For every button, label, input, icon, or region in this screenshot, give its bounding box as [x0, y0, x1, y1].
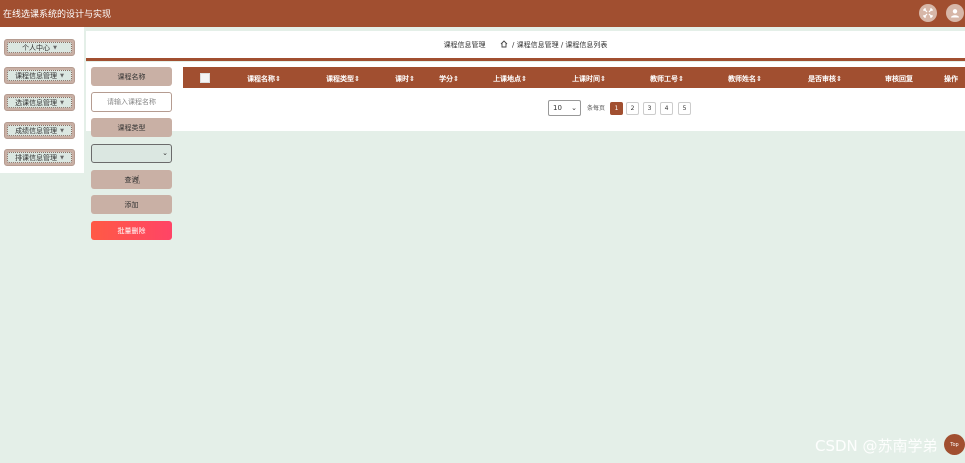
- column-header: 审核回复: [885, 75, 913, 83]
- page-size-select[interactable]: 10 ⌄: [548, 100, 581, 116]
- page-button[interactable]: 4: [660, 102, 673, 115]
- chevron-down-icon: ▼: [60, 72, 64, 79]
- breadcrumb: 课程信息管理 / 课程信息管理 / 课程信息列表: [86, 40, 965, 50]
- add-button[interactable]: 添加: [91, 195, 172, 214]
- sidebar-item-label: 排课信息管理: [15, 153, 58, 162]
- sidebar-item-label: 课程信息管理: [15, 71, 58, 80]
- chevron-down-icon: ▼: [60, 127, 64, 134]
- query-button[interactable]: 查询: [91, 170, 172, 189]
- course-name-label: 课程名称: [91, 67, 172, 86]
- sidebar-item-schedule-info[interactable]: 排课信息管理 ▼: [4, 149, 75, 166]
- watermark: CSDN @苏南学弟: [815, 437, 938, 455]
- page-title: 课程信息管理: [443, 41, 486, 49]
- home-icon[interactable]: [500, 40, 508, 50]
- page-button[interactable]: 2: [626, 102, 639, 115]
- page-button[interactable]: 3: [643, 102, 656, 115]
- column-header[interactable]: 课程类型⇕: [326, 74, 360, 84]
- select-all-checkbox[interactable]: [200, 73, 210, 83]
- chevron-down-icon: ⌄: [162, 149, 168, 157]
- column-header[interactable]: 上课地点⇕: [493, 74, 527, 84]
- column-header[interactable]: 教师姓名⇕: [728, 74, 762, 84]
- chevron-down-icon: ▼: [53, 44, 57, 51]
- course-name-input[interactable]: 请输入课程名称: [91, 92, 172, 112]
- back-to-top-button[interactable]: Top: [944, 434, 965, 455]
- top-bar: 在线选课系统的设计与实现: [0, 0, 965, 27]
- breadcrumb-trail[interactable]: / 课程信息管理 / 课程信息列表: [512, 41, 607, 49]
- app-title: 在线选课系统的设计与实现: [3, 10, 112, 20]
- page-size-suffix: 条每页: [587, 105, 606, 112]
- course-type-label: 课程类型: [91, 118, 172, 137]
- sidebar: 个人中心 ▼ 课程信息管理 ▼ 选课信息管理 ▼ 成绩信息管理 ▼ 排课信息管理 ▼: [0, 27, 84, 173]
- column-header[interactable]: 是否审核⇕: [808, 74, 842, 84]
- sidebar-item-course-info[interactable]: 课程信息管理 ▼: [4, 67, 75, 84]
- course-type-select[interactable]: ⌄: [91, 144, 172, 163]
- breadcrumb-bar: 课程信息管理 / 课程信息管理 / 课程信息列表: [86, 31, 965, 61]
- column-header[interactable]: 课时⇕: [395, 74, 415, 84]
- column-header[interactable]: 学分⇕: [439, 74, 459, 84]
- sidebar-item-personal-center[interactable]: 个人中心 ▼: [4, 39, 75, 56]
- sidebar-item-label: 个人中心: [22, 43, 51, 52]
- sidebar-item-label: 选课信息管理: [15, 98, 58, 107]
- column-header[interactable]: 上课时间⇕: [572, 74, 606, 84]
- user-avatar-icon[interactable]: [946, 4, 964, 22]
- column-header: 操作: [944, 75, 958, 83]
- page-size-value: 10: [553, 104, 562, 112]
- column-header[interactable]: 教师工号⇕: [650, 74, 684, 84]
- page-button[interactable]: 1: [610, 102, 623, 115]
- sidebar-item-label: 成绩信息管理: [15, 126, 58, 135]
- fullscreen-icon[interactable]: [919, 4, 937, 22]
- chevron-down-icon: ▼: [60, 154, 64, 161]
- batch-delete-button[interactable]: 批量删除: [91, 221, 172, 240]
- sidebar-item-selection-info[interactable]: 选课信息管理 ▼: [4, 94, 75, 111]
- chevron-down-icon: ⌄: [571, 104, 577, 112]
- page-button[interactable]: 5: [678, 102, 691, 115]
- chevron-down-icon: ▼: [60, 99, 64, 106]
- hand-cursor-icon: ☝: [133, 173, 141, 187]
- column-header[interactable]: 课程名称⇕: [247, 74, 281, 84]
- sidebar-item-grade-info[interactable]: 成绩信息管理 ▼: [4, 122, 75, 139]
